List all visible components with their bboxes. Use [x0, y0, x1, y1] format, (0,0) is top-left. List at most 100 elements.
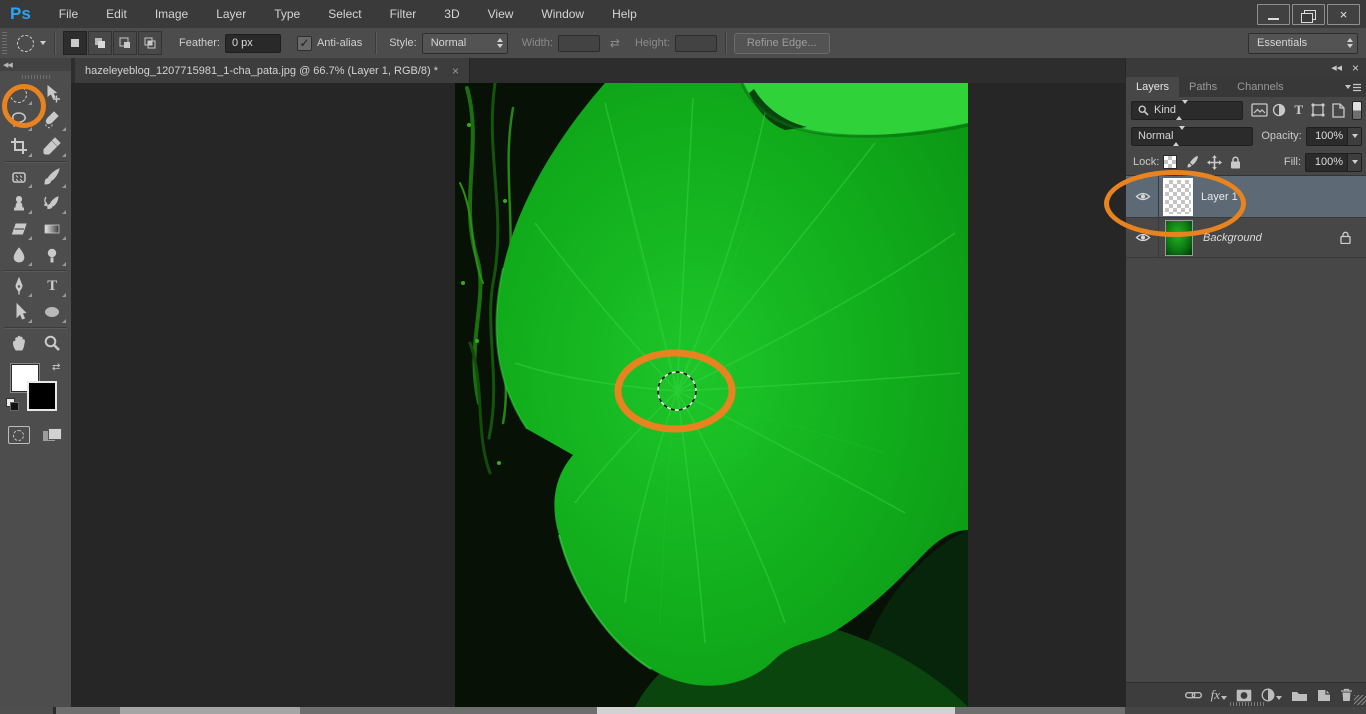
selection-mode-intersect-button[interactable] [138, 31, 162, 55]
feather-input[interactable]: 0 px [225, 34, 281, 53]
crop-tool-icon [10, 137, 28, 155]
anti-alias-checkbox[interactable]: ✓ [297, 36, 312, 51]
dock-close-icon[interactable]: × [1352, 61, 1359, 75]
tool-type[interactable]: T [37, 273, 68, 299]
filter-shape-layers-button[interactable] [1309, 101, 1329, 120]
fill-value[interactable]: 100% [1305, 153, 1348, 172]
filter-type-layers-button[interactable]: T [1289, 101, 1309, 120]
filter-adjustment-layers-button[interactable] [1269, 101, 1289, 120]
tool-path-selection[interactable] [3, 299, 34, 325]
menu-3d[interactable]: 3D [430, 0, 473, 28]
layer-style-button[interactable]: fx [1211, 687, 1227, 703]
selection-mode-add-button[interactable] [88, 31, 112, 55]
menu-layer[interactable]: Layer [202, 0, 260, 28]
opacity-value[interactable]: 100% [1306, 127, 1348, 146]
selection-mode-subtract-button[interactable] [113, 31, 137, 55]
background-color-swatch[interactable] [27, 381, 57, 411]
filter-smart-objects-button[interactable] [1328, 101, 1348, 120]
add-adjustment-button[interactable] [1261, 688, 1282, 702]
menu-view[interactable]: View [474, 0, 528, 28]
blend-mode-select[interactable]: Normal [1131, 127, 1253, 146]
smart-object-icon [1332, 103, 1345, 118]
panel-resize-grip[interactable] [1230, 702, 1264, 706]
height-input[interactable] [675, 35, 717, 52]
layer-name[interactable]: Background [1203, 232, 1262, 244]
tab-paths[interactable]: Paths [1179, 77, 1227, 97]
anti-alias-label: Anti-alias [317, 37, 362, 49]
document-title: hazeleyeblog_1207715981_1-cha_pata.jpg @… [85, 65, 438, 77]
close-button[interactable]: × [1327, 4, 1360, 25]
opacity-dropdown-button[interactable] [1348, 127, 1362, 146]
lock-all-button[interactable] [1230, 156, 1241, 169]
close-icon: × [1340, 8, 1348, 21]
document-tab[interactable]: hazeleyeblog_1207715981_1-cha_pata.jpg @… [75, 58, 470, 83]
selection-mode-new-button[interactable] [63, 31, 87, 55]
corner-resize-grip[interactable] [1354, 695, 1366, 705]
minimize-button[interactable] [1257, 4, 1290, 25]
tool-hand[interactable] [3, 330, 34, 356]
eyedropper-tool-icon [43, 137, 61, 155]
tool-blur[interactable] [3, 242, 34, 268]
fill-dropdown-button[interactable] [1348, 153, 1362, 172]
collapse-icon[interactable]: ◀◀ [1331, 64, 1342, 72]
filtering-toggle[interactable] [1352, 101, 1362, 120]
tool-preset-picker[interactable] [17, 35, 46, 52]
new-layer-button[interactable] [1317, 689, 1331, 702]
tool-eraser[interactable] [3, 216, 34, 242]
tab-channels[interactable]: Channels [1227, 77, 1293, 97]
tool-ellipse-shape[interactable] [37, 299, 68, 325]
delete-layer-button[interactable] [1340, 688, 1353, 702]
tool-spot-healing-brush[interactable] [3, 164, 34, 190]
link-layers-button[interactable] [1185, 690, 1202, 700]
workspace-select[interactable]: Essentials [1248, 33, 1358, 54]
tool-zoom[interactable] [37, 330, 68, 356]
move-tool-icon [43, 85, 61, 103]
menu-type[interactable]: Type [260, 0, 314, 28]
menu-select[interactable]: Select [314, 0, 375, 28]
tools-grip[interactable] [22, 75, 50, 79]
menu-help[interactable]: Help [598, 0, 651, 28]
tool-history-brush[interactable] [37, 190, 68, 216]
filter-pixel-layers-button[interactable] [1249, 101, 1269, 120]
new-group-button[interactable] [1291, 689, 1308, 702]
menu-filter[interactable]: Filter [376, 0, 431, 28]
tab-layers[interactable]: Layers [1126, 77, 1179, 97]
screen-mode-button[interactable] [37, 422, 68, 448]
tools-panel-header[interactable]: ◀◀ [0, 58, 71, 71]
swap-dimensions-icon[interactable]: ⇄ [610, 36, 620, 50]
menu-window[interactable]: Window [527, 0, 598, 28]
lock-paint-button[interactable] [1185, 155, 1199, 169]
tool-pen[interactable] [3, 273, 34, 299]
lock-position-button[interactable] [1207, 155, 1222, 170]
refine-edge-button[interactable]: Refine Edge... [734, 33, 830, 54]
menu-edit[interactable]: Edit [92, 0, 141, 28]
screen-mode-icon [43, 428, 61, 442]
tool-clone-stamp[interactable] [3, 190, 34, 216]
tool-brush[interactable] [37, 164, 68, 190]
quick-mask-button[interactable] [3, 422, 34, 448]
collapse-icon: ◀◀ [3, 61, 12, 69]
default-colors-icon[interactable] [6, 398, 19, 411]
restore-button[interactable] [1292, 4, 1325, 25]
hand-tool-icon [10, 334, 28, 352]
lock-transparency-button[interactable] [1163, 155, 1177, 169]
blend-mode-row: Normal Opacity: 100% [1126, 123, 1366, 149]
canvas-image[interactable] [455, 83, 968, 707]
tool-dodge[interactable] [37, 242, 68, 268]
chevron-down-icon [1276, 696, 1282, 700]
add-mask-button[interactable] [1236, 689, 1252, 702]
swap-colors-icon[interactable]: ⇄ [52, 362, 60, 373]
menu-file[interactable]: File [45, 0, 92, 28]
elliptical-marquee-icon [17, 35, 34, 52]
tool-crop[interactable] [3, 133, 34, 159]
width-input[interactable] [558, 35, 600, 52]
style-select[interactable]: Normal [422, 33, 508, 54]
filter-kind-select[interactable]: Kind [1131, 101, 1243, 120]
panel-menu-icon[interactable] [1345, 83, 1361, 93]
quick-selection-tool-icon [43, 111, 61, 129]
tool-eyedropper[interactable] [37, 133, 68, 159]
tool-gradient[interactable] [37, 216, 68, 242]
chevron-down-icon [1221, 696, 1227, 700]
tab-close-icon[interactable]: × [452, 64, 459, 78]
menu-image[interactable]: Image [141, 0, 202, 28]
